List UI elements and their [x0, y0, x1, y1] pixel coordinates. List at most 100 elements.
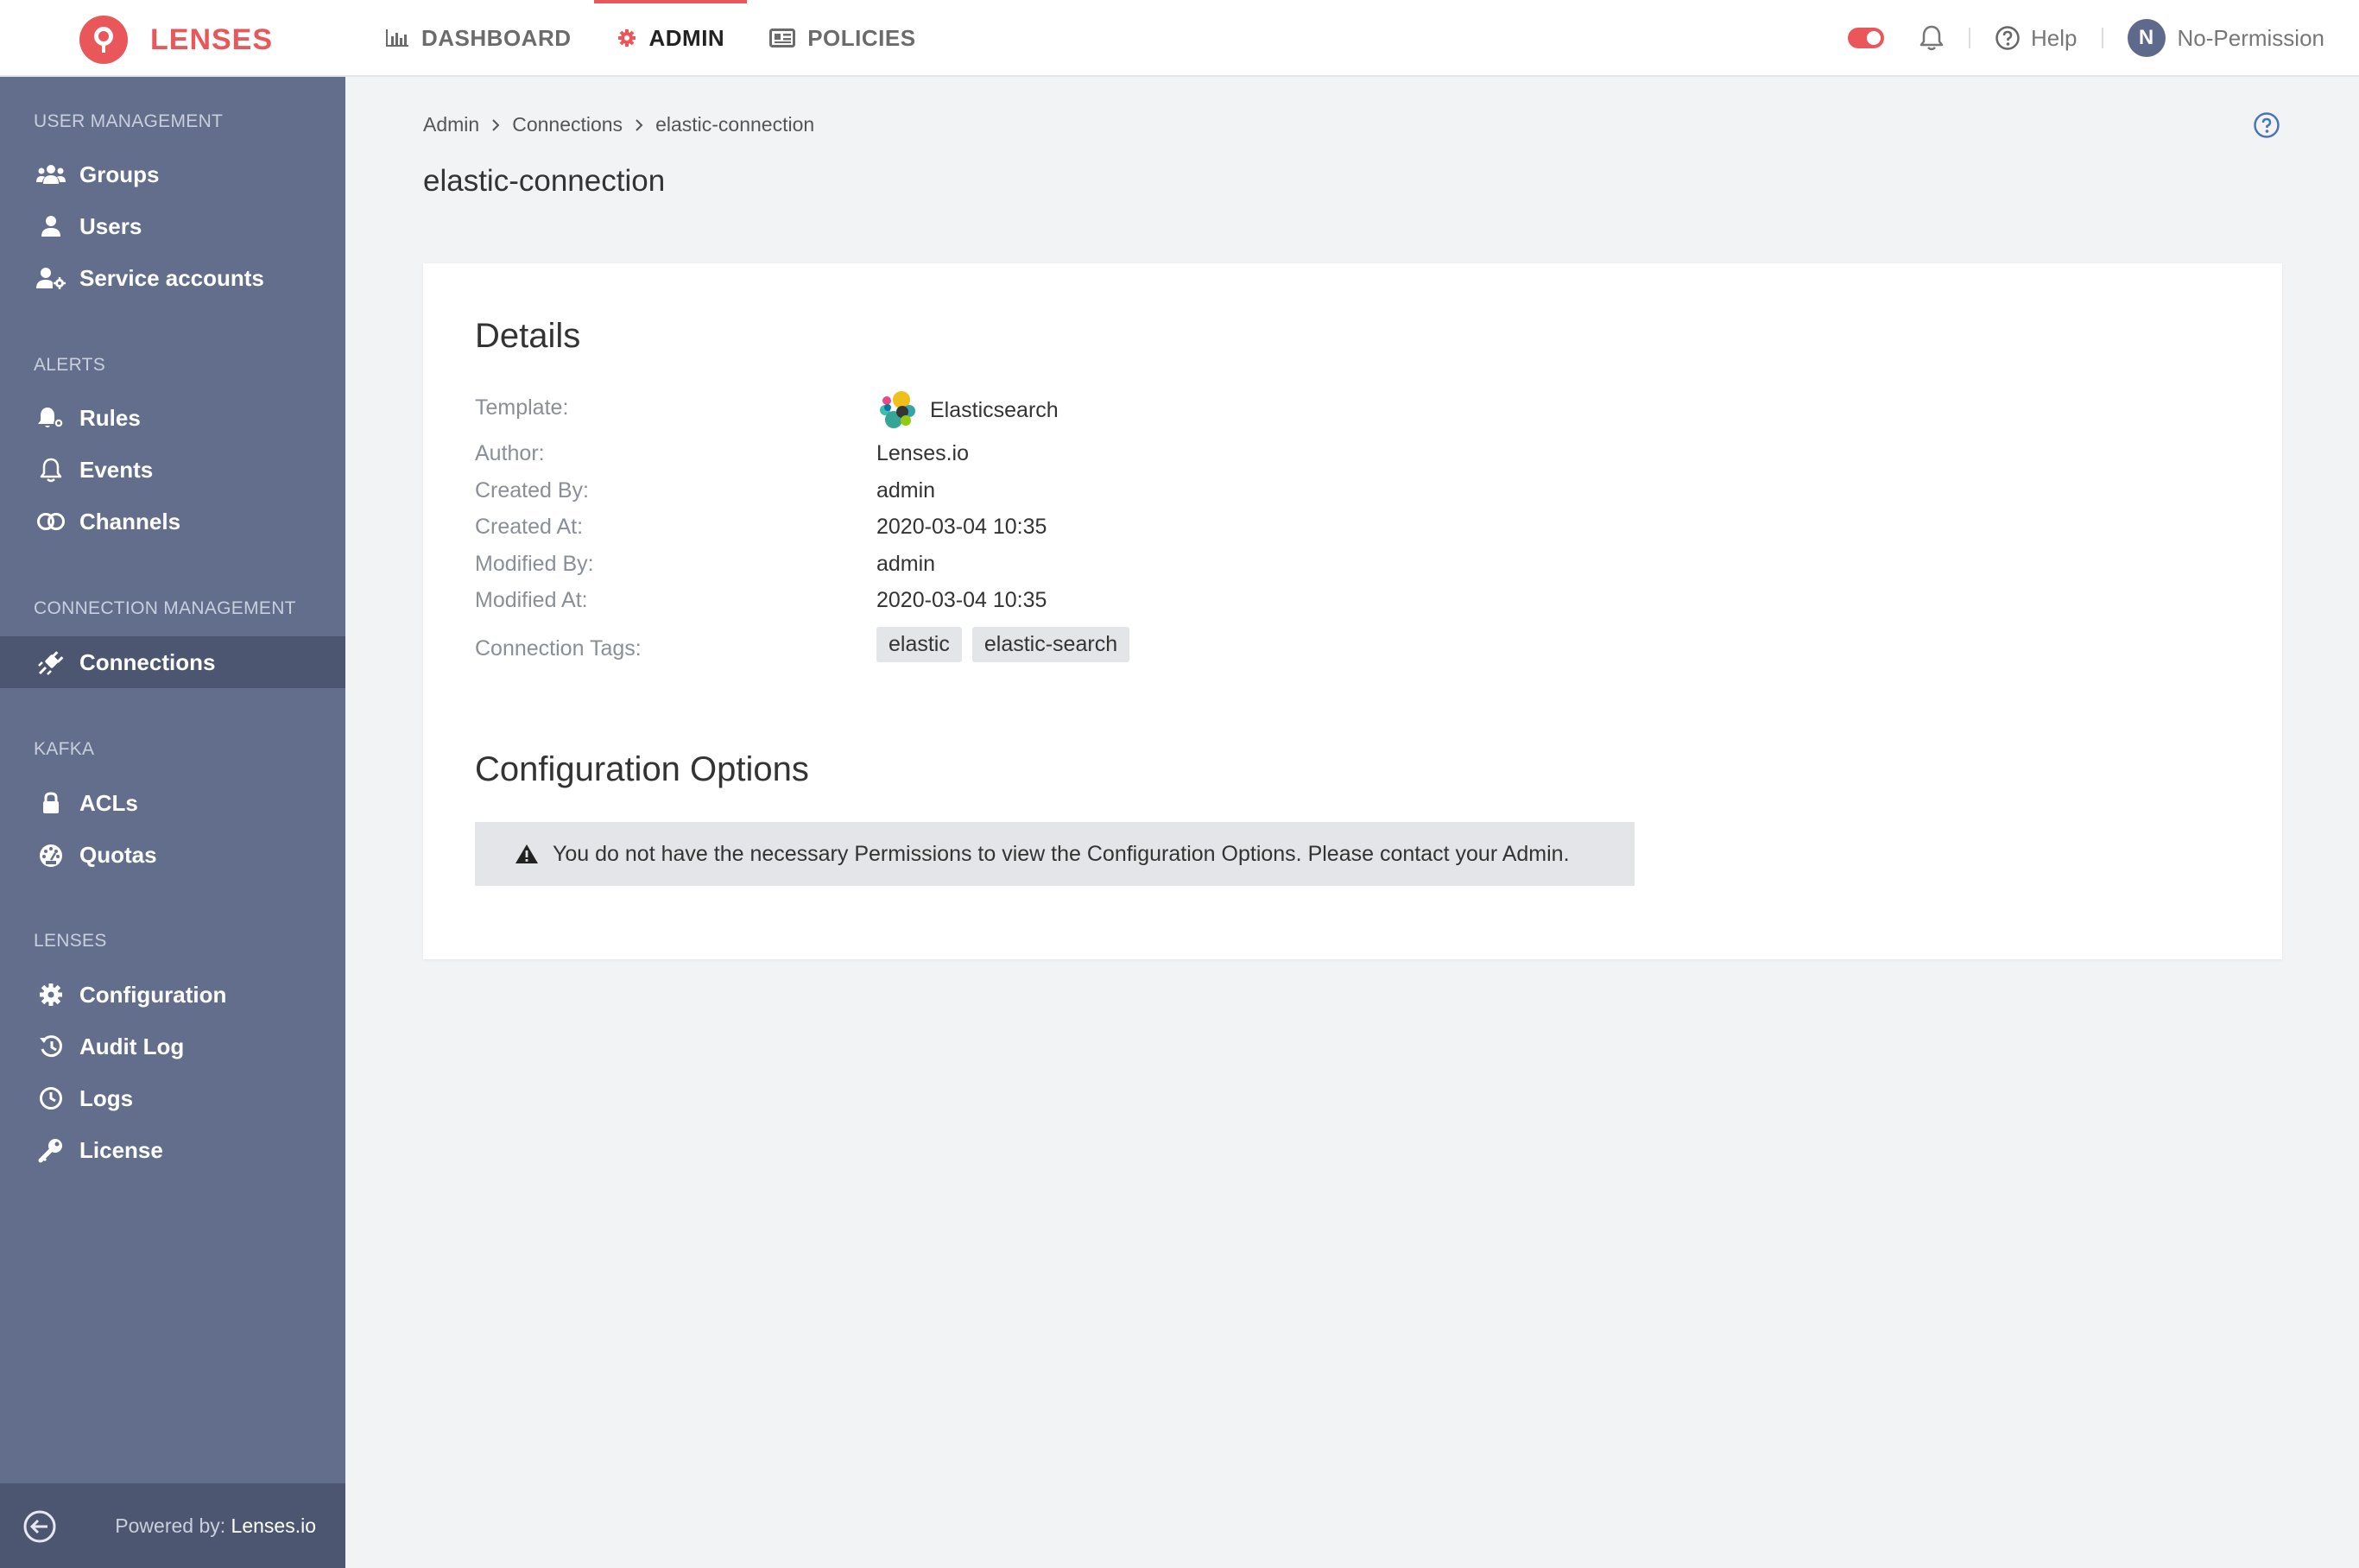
- sidebar-item-license[interactable]: License: [0, 1124, 345, 1176]
- connection-tags-label: Connection Tags:: [475, 636, 642, 661]
- sidebar-item-logs[interactable]: Logs: [0, 1072, 345, 1124]
- section-kafka: KAFKA: [34, 739, 95, 759]
- user-gear-icon: [36, 267, 66, 289]
- sidebar-item-label: Logs: [79, 1084, 134, 1111]
- sidebar-item-label: Service accounts: [79, 264, 264, 291]
- sidebar-item-rules[interactable]: Rules: [0, 392, 345, 444]
- author-value: Lenses.io: [876, 441, 970, 465]
- bell-gear-icon: [36, 406, 66, 430]
- tag-badge: elastic-search: [971, 627, 1130, 662]
- template-name: Elasticsearch: [930, 397, 1059, 422]
- nav-dashboard[interactable]: DASHBOARD: [363, 0, 594, 76]
- created-by-label: Created By:: [475, 478, 590, 503]
- template-value: Elasticsearch: [876, 389, 1059, 431]
- chevron-right-icon: [634, 118, 644, 132]
- main-nav: DASHBOARD ADMIN POLICIES: [363, 0, 939, 76]
- divider: [2101, 28, 2103, 48]
- plug-icon: [36, 648, 66, 676]
- top-right-controls: Help N No-Permission: [1848, 0, 2324, 76]
- nav-admin-label: ADMIN: [648, 24, 725, 51]
- section-user-management: USER MANAGEMENT: [34, 111, 224, 131]
- sidebar-item-service-accounts[interactable]: Service accounts: [0, 252, 345, 304]
- bar-chart-icon: [385, 28, 409, 48]
- key-icon: [36, 1137, 66, 1163]
- details-heading: Details: [475, 317, 581, 355]
- sidebar-item-label: Channels: [79, 508, 181, 534]
- sidebar-item-label: Rules: [79, 404, 141, 431]
- author-label: Author:: [475, 441, 545, 465]
- breadcrumb-connections[interactable]: Connections: [512, 113, 623, 136]
- powered-by: Powered by: Lenses.io: [115, 1514, 316, 1538]
- breadcrumb: Admin Connections elastic-connection: [423, 113, 814, 136]
- template-label: Template:: [475, 395, 569, 420]
- sidebar-item-label: Configuration: [79, 981, 227, 1008]
- theme-toggle[interactable]: [1848, 28, 1885, 48]
- page-title: elastic-connection: [423, 164, 666, 198]
- section-connection-management: CONNECTION MANAGEMENT: [34, 598, 296, 618]
- users-group-icon: [36, 164, 66, 185]
- breadcrumb-admin[interactable]: Admin: [423, 113, 479, 136]
- permission-warning: You do not have the necessary Permission…: [475, 822, 1635, 886]
- sidebar-item-label: Groups: [79, 161, 160, 187]
- powered-by-label: Powered by:: [115, 1514, 226, 1537]
- nav-policies[interactable]: POLICIES: [747, 0, 938, 76]
- tag-badge: elastic: [876, 627, 962, 662]
- modified-at-label: Modified At:: [475, 588, 588, 612]
- modified-by-label: Modified By:: [475, 552, 594, 576]
- page-help-icon[interactable]: [2253, 111, 2280, 139]
- nav-admin[interactable]: ADMIN: [593, 0, 748, 76]
- sidebar-item-audit-log[interactable]: Audit Log: [0, 1021, 345, 1072]
- user-name[interactable]: No-Permission: [2178, 25, 2325, 52]
- sidebar-item-label: Connections: [79, 648, 216, 675]
- gear-icon: [617, 28, 637, 48]
- sidebar-item-label: License: [79, 1136, 163, 1163]
- chevron-right-icon: [490, 118, 501, 132]
- help-label: Help: [2031, 24, 2078, 51]
- nav-dashboard-label: DASHBOARD: [421, 24, 572, 51]
- breadcrumb-current: elastic-connection: [655, 113, 815, 136]
- permission-warning-text: You do not have the necessary Permission…: [553, 841, 1570, 866]
- nav-policies-label: POLICIES: [807, 24, 916, 51]
- connection-details-card: Details Template: Elasticsearch Author: …: [423, 263, 2282, 959]
- sidebar-item-events[interactable]: Events: [0, 444, 345, 496]
- lenses-logo-icon: [79, 16, 128, 64]
- sidebar-item-connections[interactable]: Connections: [0, 636, 345, 688]
- powered-by-vendor[interactable]: Lenses.io: [231, 1514, 316, 1537]
- sidebar-item-label: Quotas: [79, 841, 157, 868]
- created-at-label: Created At:: [475, 515, 584, 539]
- channels-link-icon: [36, 511, 66, 532]
- bell-icon: [36, 457, 66, 483]
- sidebar-item-label: Events: [79, 456, 154, 483]
- sidebar-item-label: Users: [79, 212, 142, 239]
- lenses-logo[interactable]: LENSES: [79, 16, 273, 64]
- top-bar: LENSES DASHBOARD ADMIN POLICIES Help N N…: [0, 0, 2359, 77]
- brand-name: LENSES: [150, 22, 274, 56]
- gauge-icon: [36, 843, 66, 867]
- elasticsearch-logo-icon: [876, 389, 918, 431]
- sidebar-item-users[interactable]: Users: [0, 200, 345, 252]
- sidebar-item-groups[interactable]: Groups: [0, 149, 345, 200]
- sidebar-item-quotas[interactable]: Quotas: [0, 829, 345, 881]
- section-lenses: LENSES: [34, 931, 107, 951]
- sidebar-item-acls[interactable]: ACLs: [0, 777, 345, 829]
- user-icon: [36, 215, 66, 237]
- history-icon: [36, 1034, 66, 1059]
- sidebar-item-label: ACLs: [79, 789, 138, 816]
- sidebar-footer: Powered by: Lenses.io: [0, 1483, 345, 1568]
- help-button[interactable]: Help: [1995, 24, 2078, 52]
- clock-icon: [36, 1086, 66, 1110]
- notifications-bell-icon[interactable]: [1919, 24, 1945, 52]
- divider: [1969, 28, 1971, 48]
- sidebar: USER MANAGEMENT Groups Users Service acc…: [0, 77, 345, 1568]
- configuration-options-heading: Configuration Options: [475, 750, 809, 788]
- question-circle-icon: [1995, 25, 2021, 51]
- sidebar-item-configuration[interactable]: Configuration: [0, 969, 345, 1021]
- modified-by-value: admin: [876, 552, 936, 576]
- warning-triangle-icon: [515, 844, 539, 864]
- modified-at-value: 2020-03-04 10:35: [876, 588, 1047, 612]
- lock-icon: [36, 792, 66, 814]
- collapse-sidebar-icon[interactable]: [22, 1509, 57, 1544]
- sidebar-item-channels[interactable]: Channels: [0, 496, 345, 547]
- user-avatar[interactable]: N: [2127, 19, 2166, 57]
- sidebar-item-label: Audit Log: [79, 1033, 185, 1059]
